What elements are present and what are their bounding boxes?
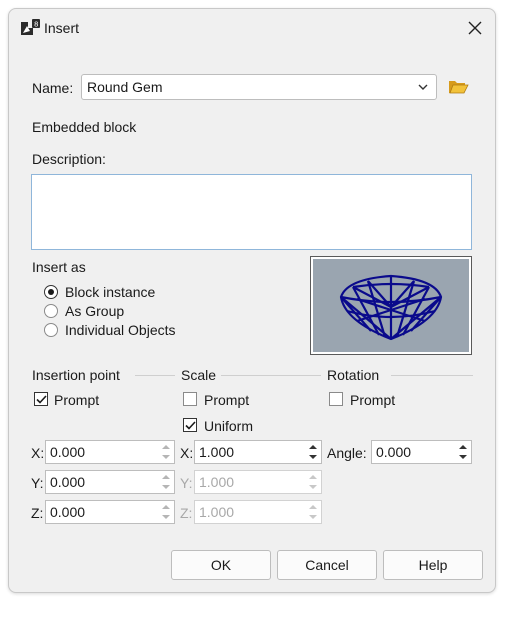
block-preview bbox=[310, 256, 472, 355]
spin-arrows-icon[interactable] bbox=[455, 441, 471, 463]
rotation-divider bbox=[391, 375, 473, 376]
insertion-point-label: Insertion point bbox=[32, 367, 120, 383]
block-type-text: Embedded block bbox=[32, 119, 137, 135]
insertion-point-prompt-label: Prompt bbox=[54, 392, 100, 408]
spin-arrows-icon[interactable] bbox=[158, 471, 174, 493]
cancel-button[interactable]: Cancel bbox=[277, 550, 377, 580]
insertion-y-label: Y: bbox=[31, 475, 44, 491]
scale-uniform-label: Uniform bbox=[204, 418, 254, 434]
spin-arrows-icon[interactable] bbox=[158, 501, 174, 523]
description-textarea[interactable] bbox=[31, 174, 472, 250]
scale-prompt-label: Prompt bbox=[204, 392, 250, 408]
scale-z-label: Z: bbox=[180, 505, 193, 521]
insert-dialog: 8 Insert Name: Round Gem Embedded block … bbox=[8, 8, 496, 593]
svg-text:8: 8 bbox=[34, 21, 38, 29]
scale-label: Scale bbox=[181, 367, 217, 383]
scale-uniform-checkbox[interactable] bbox=[183, 418, 197, 432]
insertion-z-value: 0.000 bbox=[50, 504, 86, 520]
insertion-z-label: Z: bbox=[31, 505, 44, 521]
rotation-prompt-label: Prompt bbox=[350, 392, 396, 408]
scale-y-input: 1.000 bbox=[194, 470, 322, 494]
radio-as-group[interactable] bbox=[44, 304, 58, 318]
insert-as-label: Insert as bbox=[32, 259, 86, 275]
scale-y-value: 1.000 bbox=[199, 474, 235, 490]
radio-individual-objects[interactable] bbox=[44, 323, 58, 337]
spin-arrows-icon bbox=[309, 475, 317, 489]
browse-folder-button[interactable] bbox=[447, 77, 469, 97]
app-icon: 8 bbox=[19, 18, 41, 38]
scale-divider bbox=[221, 375, 321, 376]
cancel-button-label: Cancel bbox=[305, 557, 349, 573]
insertion-y-value: 0.000 bbox=[50, 474, 86, 490]
rotation-prompt-checkbox[interactable] bbox=[329, 392, 343, 406]
radio-block-instance[interactable] bbox=[44, 285, 58, 299]
insertion-point-prompt-checkbox[interactable] bbox=[34, 392, 48, 406]
angle-value: 0.000 bbox=[376, 444, 412, 460]
close-button[interactable] bbox=[461, 15, 489, 41]
insertion-x-label: X: bbox=[31, 445, 45, 461]
scale-prompt-checkbox[interactable] bbox=[183, 392, 197, 406]
round-gem-wireframe bbox=[339, 274, 443, 341]
help-button-label: Help bbox=[418, 557, 448, 573]
chevron-down-icon[interactable] bbox=[414, 77, 432, 97]
spin-arrows-icon[interactable] bbox=[158, 441, 174, 463]
close-icon bbox=[468, 21, 482, 35]
spin-arrows-icon[interactable] bbox=[305, 441, 321, 463]
rotation-label: Rotation bbox=[327, 367, 380, 383]
angle-input[interactable]: 0.000 bbox=[371, 440, 472, 464]
insertion-point-divider bbox=[135, 375, 175, 376]
folder-open-icon bbox=[449, 81, 469, 94]
scale-y-label: Y: bbox=[180, 475, 193, 491]
scale-z-input: 1.000 bbox=[194, 500, 322, 524]
scale-x-input[interactable]: 1.000 bbox=[194, 440, 322, 464]
name-value: Round Gem bbox=[87, 79, 163, 95]
name-combobox[interactable]: Round Gem bbox=[81, 74, 437, 100]
insertion-y-input[interactable]: 0.000 bbox=[45, 470, 175, 494]
radio-block-instance-label: Block instance bbox=[65, 284, 156, 300]
ok-button-label: OK bbox=[210, 557, 232, 573]
help-button[interactable]: Help bbox=[383, 550, 483, 580]
spin-arrows-icon bbox=[309, 505, 317, 519]
insertion-x-value: 0.000 bbox=[50, 444, 86, 460]
radio-as-group-label: As Group bbox=[65, 303, 125, 319]
scale-z-value: 1.000 bbox=[199, 504, 235, 520]
check-icon bbox=[35, 394, 47, 404]
window-title: Insert bbox=[44, 20, 80, 36]
scale-x-label: X: bbox=[180, 445, 194, 461]
angle-label: Angle: bbox=[327, 445, 367, 461]
insertion-x-input[interactable]: 0.000 bbox=[45, 440, 175, 464]
description-label: Description: bbox=[32, 151, 106, 167]
insertion-z-input[interactable]: 0.000 bbox=[45, 500, 175, 524]
name-label: Name: bbox=[32, 80, 74, 96]
check-icon bbox=[184, 420, 196, 430]
radio-individual-objects-label: Individual Objects bbox=[65, 322, 176, 338]
preview-viewport bbox=[313, 259, 469, 352]
ok-button[interactable]: OK bbox=[171, 550, 271, 580]
scale-x-value: 1.000 bbox=[199, 444, 235, 460]
